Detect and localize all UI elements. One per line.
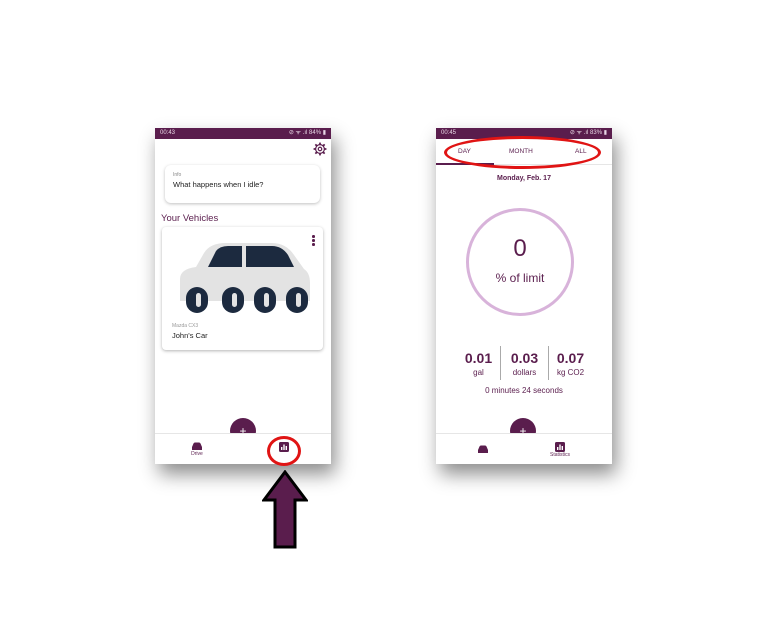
up-arrow-icon <box>262 470 308 549</box>
nav-drive[interactable] <box>477 445 489 454</box>
stat-divider <box>500 346 501 380</box>
nav-statistics-label: Statistics <box>550 452 571 458</box>
gauge-value: 0 <box>513 235 527 262</box>
your-vehicles-heading: Your Vehicles <box>161 213 219 224</box>
stat-cost: 0.03 dollars <box>502 350 547 377</box>
car-icon <box>192 442 202 450</box>
car-icon <box>478 445 488 453</box>
vehicle-card[interactable]: Mazda CX3 John's Car <box>162 227 323 350</box>
stat-fuel-value: 0.01 <box>464 350 493 366</box>
stat-cost-unit: dollars <box>512 368 537 377</box>
bottom-navigation: Statistics <box>436 433 612 464</box>
current-date: Monday, Feb. 17 <box>497 175 551 182</box>
nav-statistics[interactable]: Statistics <box>550 442 570 458</box>
stat-co2-unit: kg CO2 <box>556 368 585 377</box>
status-time: 00:43 <box>160 130 176 136</box>
limit-gauge: 0 % of limit <box>466 208 574 316</box>
highlight-circle-tabs <box>444 136 601 169</box>
status-time: 00:45 <box>441 130 457 136</box>
status-bar: 00:43 ⊘ ᯤ .ıl 84% ▮ <box>155 128 331 139</box>
gauge-label: % of limit <box>495 271 545 285</box>
stat-cost-value: 0.03 <box>510 350 539 366</box>
stat-co2-value: 0.07 <box>556 350 585 366</box>
stat-co2: 0.07 kg CO2 <box>548 350 593 377</box>
nav-drive[interactable]: Drive <box>191 442 203 457</box>
info-question: What happens when I idle? <box>173 180 264 189</box>
info-card[interactable]: Info What happens when I idle? <box>165 165 320 203</box>
status-icons: ⊘ ᯤ .ıl 84% ▮ <box>288 130 326 136</box>
highlight-circle-statistics <box>267 436 301 466</box>
right-phone-screen: 00:45 ⊘ ᯤ .ıl 83% ▮ DAY MONTH ALL Monday… <box>436 128 612 464</box>
stat-fuel: 0.01 gal <box>456 350 501 377</box>
status-icons: ⊘ ᯤ .ıl 83% ▮ <box>569 130 607 136</box>
nav-drive-label: Drive <box>191 451 203 457</box>
vehicle-name: John's Car <box>172 331 208 340</box>
idle-duration: 0 minutes 24 seconds <box>485 386 563 395</box>
more-options-icon[interactable] <box>312 235 315 247</box>
info-label: Info <box>173 172 182 178</box>
stat-fuel-unit: gal <box>473 368 484 377</box>
car-illustration <box>180 243 310 313</box>
gear-icon[interactable] <box>313 142 327 156</box>
bottom-navigation: Drive <box>155 433 331 464</box>
vehicle-model: Mazda CX3 <box>172 323 199 329</box>
bar-chart-icon <box>555 442 565 452</box>
left-phone-screen: 00:43 ⊘ ᯤ .ıl 84% ▮ Info What happens wh… <box>155 128 331 464</box>
